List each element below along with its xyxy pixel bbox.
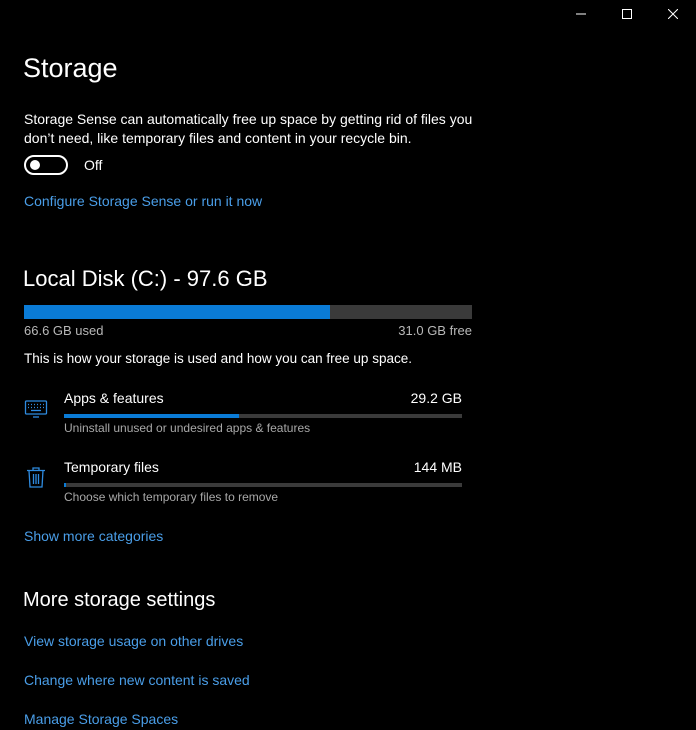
category-apps-features[interactable]: Apps & features 29.2 GB Uninstall unused… (24, 390, 462, 450)
configure-storage-sense-link[interactable]: Configure Storage Sense or run it now (24, 193, 262, 209)
keyboard-icon (24, 396, 48, 420)
close-icon (668, 9, 678, 19)
window-controls (558, 0, 696, 28)
category-description: Uninstall unused or undesired apps & fea… (64, 421, 311, 435)
category-name: Apps & features (64, 390, 164, 406)
storage-sense-toggle[interactable] (24, 155, 68, 175)
trash-icon (24, 465, 48, 489)
category-description: Choose which temporary files to remove (64, 490, 279, 504)
disk-used-label: 66.6 GB used (24, 323, 104, 338)
category-temporary-files[interactable]: Temporary files 144 MB Choose which temp… (24, 459, 462, 519)
category-usage-bar (64, 483, 462, 487)
category-usage-fill (64, 414, 240, 418)
category-usage-bar (64, 414, 462, 418)
toggle-state-label: Off (84, 157, 103, 173)
change-save-location-link[interactable]: Change where new content is saved (24, 672, 250, 688)
usage-explanation: This is how your storage is used and how… (24, 351, 412, 366)
minimize-icon (576, 13, 586, 15)
category-size: 29.2 GB (410, 390, 462, 406)
category-usage-fill (64, 483, 66, 487)
disk-free-label: 31.0 GB free (398, 323, 472, 338)
close-button[interactable] (650, 0, 696, 28)
minimize-button[interactable] (558, 0, 604, 28)
manage-storage-spaces-link[interactable]: Manage Storage Spaces (24, 711, 178, 727)
disk-title: Local Disk (C:) - 97.6 GB (23, 266, 268, 291)
show-more-categories-link[interactable]: Show more categories (24, 528, 163, 544)
page-title: Storage (23, 53, 118, 83)
more-storage-settings-title: More storage settings (23, 589, 216, 611)
storage-sense-description: Storage Sense can automatically free up … (24, 111, 473, 146)
category-size: 144 MB (413, 459, 462, 475)
maximize-button[interactable] (604, 0, 650, 28)
maximize-icon (622, 9, 632, 19)
storage-sense-toggle-row: Off (24, 155, 102, 175)
view-other-drives-link[interactable]: View storage usage on other drives (24, 633, 243, 649)
disk-usage-fill (24, 305, 330, 319)
disk-usage-bar (24, 305, 472, 319)
category-name: Temporary files (64, 459, 159, 475)
toggle-knob (30, 160, 40, 170)
